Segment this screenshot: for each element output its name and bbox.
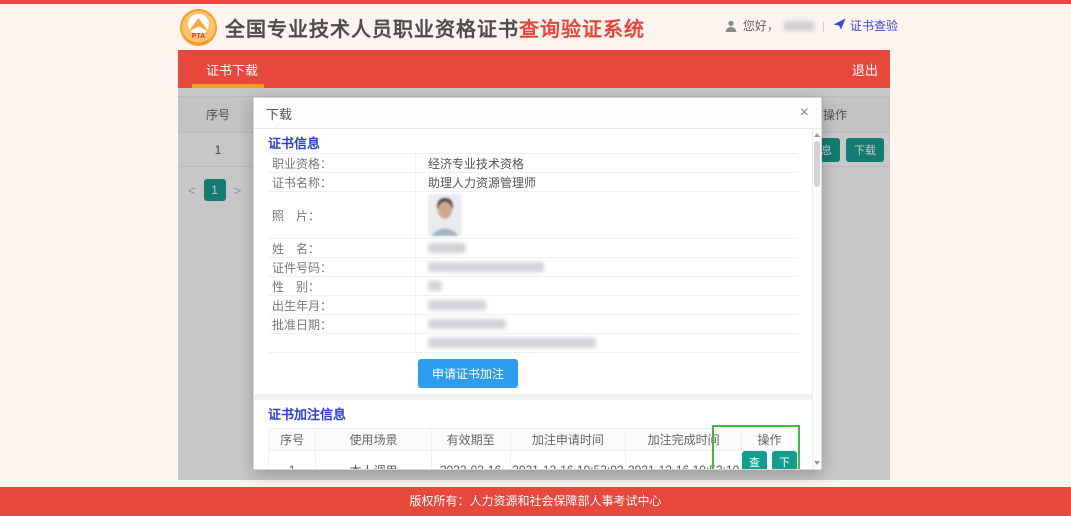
- download-modal: 下载 × 证书信息 职业资格： 经济专业技术资格 证书名称： 助理人力资源管理师照 片…: [253, 97, 822, 470]
- redacted-value: [428, 281, 442, 291]
- redacted-value: [428, 319, 506, 329]
- cert-fields: 职业资格： 经济专业技术资格 证书名称： 助理人力资源管理师照 片：姓 名： 证件号码：…: [268, 153, 798, 353]
- download-annotation-button[interactable]: 下载: [771, 451, 797, 469]
- annotation-cell: 2021-12-16 10:53:02: [509, 450, 627, 469]
- page-footer: 版权所有：人力资源和社会保障部人事考试中心: [0, 487, 1071, 516]
- field-value: [416, 300, 798, 310]
- cert-verify-label: 证书查验: [849, 19, 898, 33]
- divider: |: [821, 18, 825, 33]
- copyright-text: 版权所有：人力资源和社会保障部人事考试中心: [409, 494, 662, 508]
- modal-titlebar: 下载 ×: [254, 98, 821, 129]
- user-area: 您好， | 证书查验: [724, 17, 898, 34]
- cert-field-row: [268, 334, 798, 353]
- arrow-icon: [833, 18, 846, 33]
- annotation-cell: 2022-03-16: [430, 450, 511, 469]
- site-title: 全国专业技术人员职业资格证书查询验证系统: [225, 13, 645, 42]
- redacted-value: [428, 262, 544, 272]
- redacted-value: [428, 243, 466, 253]
- annotation-col-header: 加注完成时间: [625, 428, 742, 451]
- section-separator: [254, 394, 812, 400]
- section-title-cert-info: 证书信息: [268, 136, 321, 151]
- annotation-col-header: 有效期至: [430, 428, 511, 451]
- field-value: [416, 192, 798, 238]
- field-label: 出生年月：: [268, 296, 416, 314]
- cert-field-row: 姓 名：: [268, 239, 798, 258]
- field-value: 经济专业技术资格: [428, 156, 525, 171]
- cert-field-row: 职业资格： 经济专业技术资格: [268, 154, 798, 173]
- annotation-cell: 1: [267, 450, 317, 469]
- field-label: 批准日期：: [268, 315, 416, 333]
- apply-annotation-button[interactable]: 申请证书加注: [418, 359, 519, 388]
- annotation-col-header: 加注申请时间: [509, 428, 627, 451]
- cert-field-row: 性 别：: [268, 277, 798, 296]
- site-title-accent: 查询验证系统: [519, 19, 645, 41]
- username-redacted: [783, 20, 814, 31]
- field-label: 性 别：: [268, 277, 416, 295]
- photo: [428, 194, 462, 236]
- scroll-thumb[interactable]: [814, 141, 820, 187]
- close-icon[interactable]: ×: [800, 105, 809, 121]
- brand: PTA 全国专业技术人员职业资格证书查询验证系统: [180, 9, 645, 46]
- field-label: 证书名称：: [268, 173, 416, 191]
- greeting-text: 您好，: [742, 19, 779, 33]
- tab-cert-download[interactable]: 证书下载: [178, 60, 258, 79]
- view-annotation-button[interactable]: 查看: [741, 451, 767, 469]
- annotation-header-row: 序号 使用场景 有效期至 加注申请时间 加注完成时间 操作: [267, 428, 799, 451]
- cert-field-row: 证书名称： 助理人力资源管理师: [268, 173, 798, 192]
- scroll-up-icon[interactable]: [814, 133, 820, 137]
- modal-title: 下载: [266, 106, 293, 122]
- annotation-actions-cell: 查看下载: [740, 450, 799, 469]
- cert-verify-link[interactable]: 证书查验: [833, 17, 898, 34]
- annotation-col-header: 序号: [267, 428, 317, 451]
- page-header: PTA 全国专业技术人员职业资格证书查询验证系统 您好， | 证书查验: [0, 4, 1071, 50]
- annotation-cell: 2021-12-16 10:53:10: [625, 450, 742, 469]
- annotation-table: 序号使用场景有效期至加注申请时间加注完成时间操作 1本人调用2022-03-16…: [267, 428, 799, 469]
- field-label: 证件号码：: [268, 258, 416, 276]
- field-value: [416, 319, 798, 329]
- field-label: 姓 名：: [268, 239, 416, 257]
- annotation-col-header: 使用场景: [315, 428, 432, 451]
- user-icon: [724, 19, 738, 33]
- scroll-down-icon[interactable]: [814, 461, 820, 465]
- pta-logo-icon: PTA: [180, 9, 217, 46]
- field-value: 助理人力资源管理师: [428, 175, 537, 190]
- modal-scrollbar[interactable]: [812, 129, 821, 469]
- field-label: [268, 334, 416, 352]
- field-value: [416, 243, 798, 253]
- logout-button[interactable]: 退出: [852, 60, 878, 79]
- redacted-value: [428, 338, 596, 348]
- nav-bar: 证书下载 退出: [178, 50, 890, 88]
- cert-field-row: 照 片：: [268, 192, 798, 239]
- annotation-data-row: 1本人调用2022-03-162021-12-16 10:53:022021-1…: [267, 450, 799, 469]
- annotation-cell: 本人调用: [315, 450, 432, 469]
- redacted-value: [428, 300, 486, 310]
- field-value: [416, 281, 798, 291]
- section-title-annotation: 证书加注信息: [268, 407, 347, 422]
- cert-field-row: 批准日期：: [268, 315, 798, 334]
- field-value: [416, 262, 798, 272]
- field-label: 职业资格：: [268, 154, 416, 172]
- modal-body: 证书信息 职业资格： 经济专业技术资格 证书名称： 助理人力资源管理师照 片：姓 名：…: [254, 129, 812, 469]
- field-label: 照 片：: [268, 192, 416, 238]
- field-value: [416, 338, 798, 348]
- site-title-main: 全国专业技术人员职业资格证书: [225, 19, 519, 41]
- cert-field-row: 证件号码：: [268, 258, 798, 277]
- cert-field-row: 出生年月：: [268, 296, 798, 315]
- annotation-col-header: 操作: [740, 428, 799, 451]
